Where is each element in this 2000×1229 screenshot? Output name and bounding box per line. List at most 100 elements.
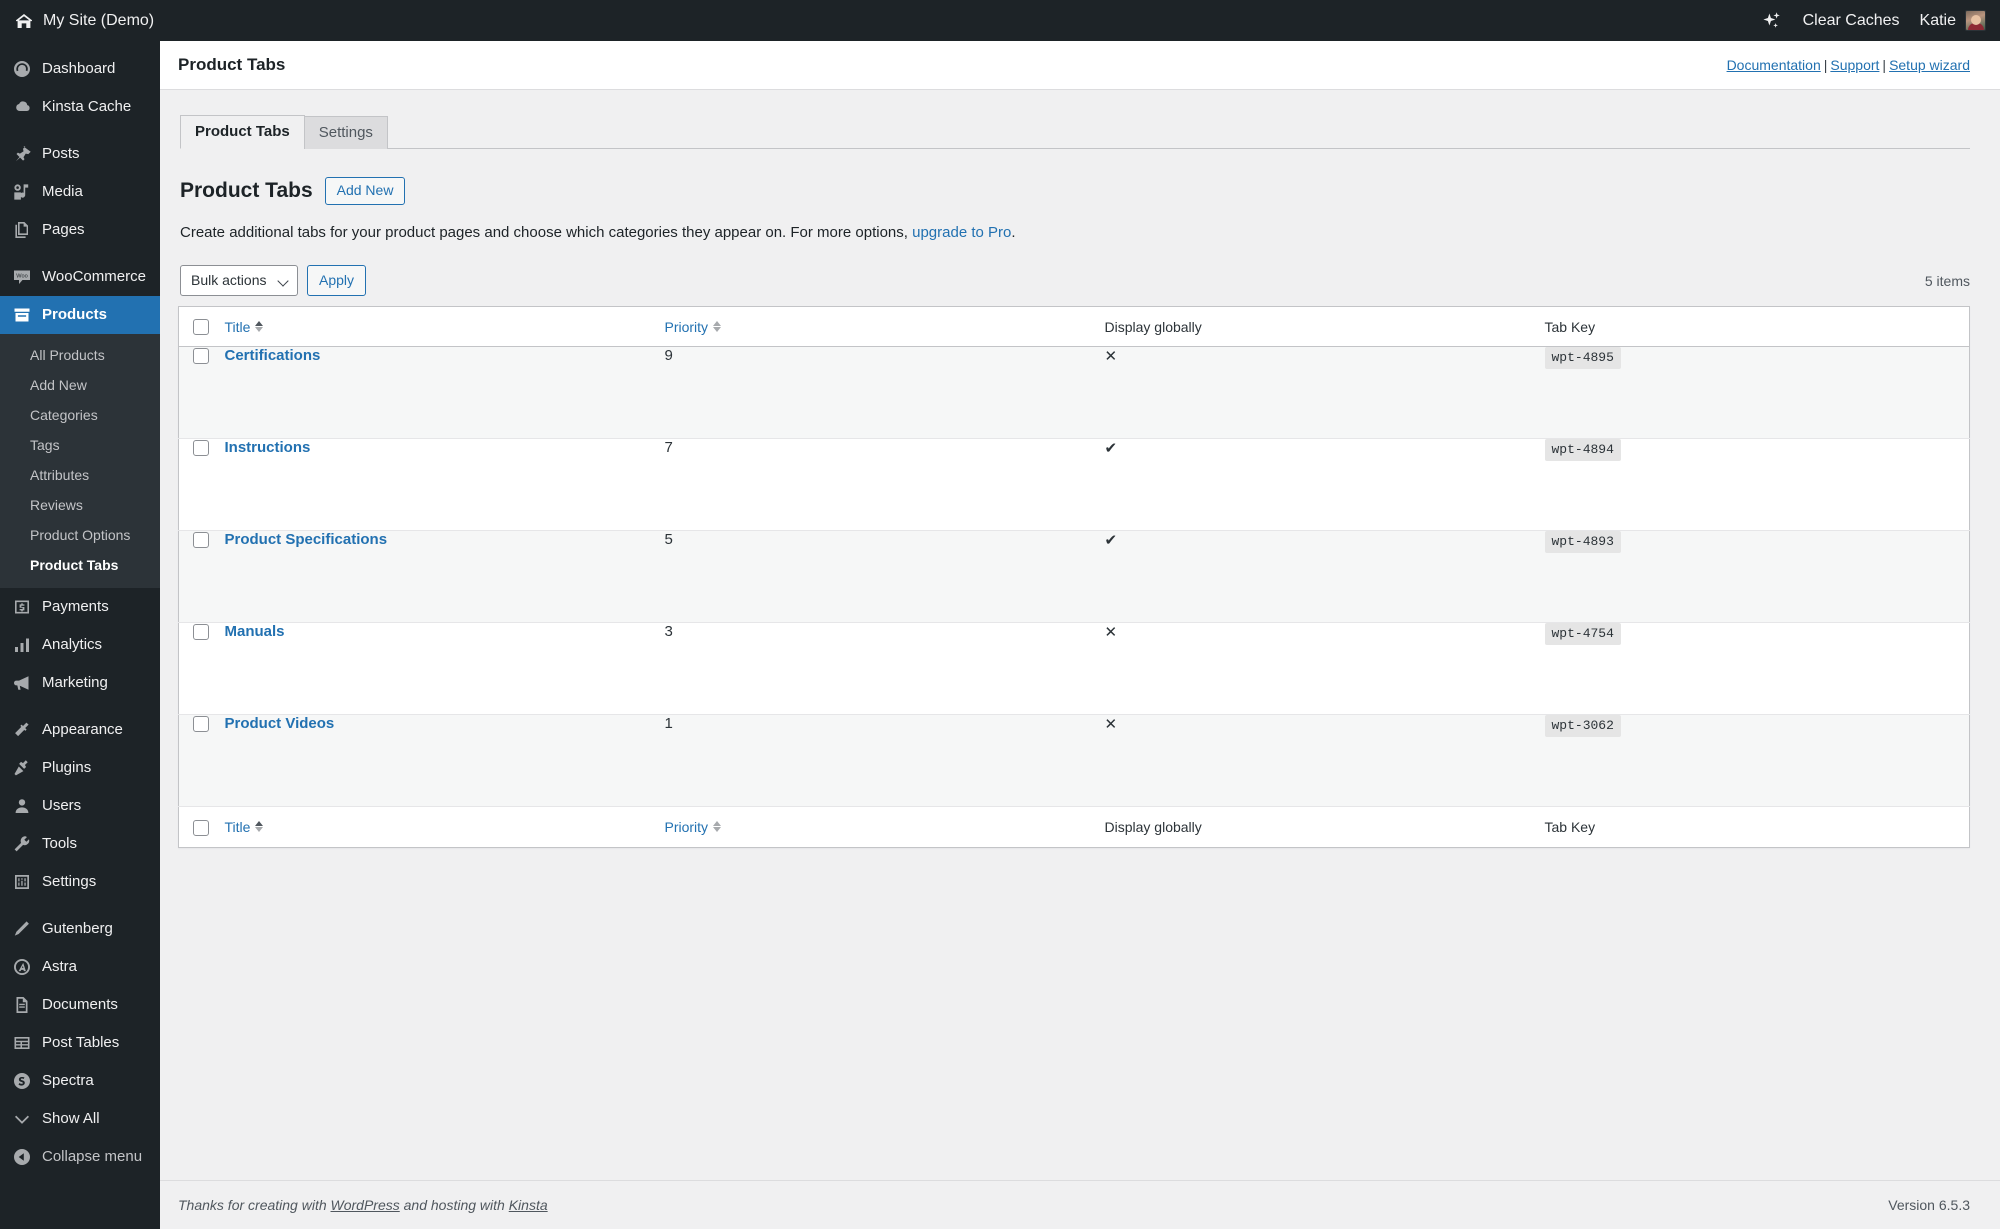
pencil-icon (12, 919, 32, 939)
sidebar-submenu-products: All Products Add New Categories Tags Att… (0, 334, 160, 588)
sidebar-item-users[interactable]: Users (0, 787, 160, 825)
settings-icon (12, 872, 32, 892)
row-title-link[interactable]: Instructions (225, 439, 311, 456)
sidebar-item-appearance[interactable]: Appearance (0, 711, 160, 749)
documentation-link[interactable]: Documentation (1727, 57, 1821, 73)
sidebar-item-label: Users (42, 796, 81, 816)
sidebar-item-label: Show All (42, 1109, 100, 1129)
adminbar-clear-caches-label: Clear Caches (1803, 12, 1900, 30)
submenu-item-product-tabs[interactable]: Product Tabs (0, 550, 160, 580)
apply-button[interactable]: Apply (307, 265, 366, 296)
kinsta-link[interactable]: Kinsta (509, 1197, 548, 1213)
table-row[interactable]: Certifications 9 ✕ wpt-4895 (179, 347, 1970, 439)
sidebar-item-spectra[interactable]: Spectra (0, 1062, 160, 1100)
row-checkbox[interactable] (193, 624, 209, 640)
adminbar-sparkle[interactable] (1761, 10, 1783, 32)
submenu-item-tags[interactable]: Tags (0, 430, 160, 460)
setup-wizard-link[interactable]: Setup wizard (1889, 57, 1970, 73)
row-title-link[interactable]: Certifications (225, 347, 321, 364)
sidebar-item-astra[interactable]: Astra (0, 948, 160, 986)
submenu-item-attributes[interactable]: Attributes (0, 460, 160, 490)
sidebar-item-products[interactable]: Products (0, 296, 160, 334)
bulk-actions-select[interactable]: Bulk actions Delete (180, 265, 298, 296)
sidebar-item-woocommerce[interactable]: Woo WooCommerce (0, 258, 160, 296)
submenu-item-categories[interactable]: Categories (0, 400, 160, 430)
table-row[interactable]: Manuals 3 ✕ wpt-4754 (179, 623, 1970, 715)
row-checkbox[interactable] (193, 348, 209, 364)
table-nav-top: Bulk actions Delete Apply 5 items (180, 265, 1970, 296)
sort-priority-link-footer[interactable]: Priority (665, 819, 722, 835)
sidebar-item-label: Plugins (42, 758, 91, 778)
bulk-actions-wrapper: Bulk actions Delete (180, 265, 298, 296)
admin-footer: Thanks for creating with WordPress and h… (160, 1180, 2000, 1229)
sidebar-item-settings[interactable]: Settings (0, 863, 160, 901)
tab-key-badge: wpt-4893 (1545, 531, 1621, 553)
sidebar-item-label: Appearance (42, 720, 123, 740)
sidebar-item-posts[interactable]: Posts (0, 135, 160, 173)
sort-title-link-footer[interactable]: Title (225, 819, 264, 835)
row-checkbox[interactable] (193, 532, 209, 548)
menu-separator (0, 901, 160, 910)
wordpress-link[interactable]: WordPress (331, 1197, 400, 1213)
select-all-footer (179, 807, 225, 847)
sort-priority-link[interactable]: Priority (665, 319, 722, 335)
pin-icon (12, 144, 32, 164)
row-display-globally-cell: ✕ (1105, 715, 1545, 807)
table-row[interactable]: Product Specifications 5 ✔ wpt-4893 (179, 531, 1970, 623)
select-all-checkbox-top[interactable] (193, 319, 209, 335)
row-title-link[interactable]: Manuals (225, 623, 285, 640)
select-all-header (179, 307, 225, 347)
sidebar-item-dashboard[interactable]: Dashboard (0, 50, 160, 88)
sidebar-item-marketing[interactable]: Marketing (0, 664, 160, 702)
tab-settings[interactable]: Settings (304, 116, 388, 149)
adminbar-user-name: Katie (1920, 12, 1956, 30)
sidebar-item-gutenberg[interactable]: Gutenberg (0, 910, 160, 948)
row-title-link[interactable]: Product Videos (225, 715, 335, 732)
header-links: Documentation|Support|Setup wizard (1727, 57, 1970, 73)
svg-text:Woo: Woo (16, 273, 27, 279)
sidebar-collapse-menu[interactable]: Collapse menu (0, 1138, 160, 1176)
tab-product-tabs[interactable]: Product Tabs (180, 115, 305, 149)
column-header-priority: Priority (665, 307, 1105, 347)
row-checkbox[interactable] (193, 716, 209, 732)
table-footer-row: Title Priority Display globally Tab Key (179, 807, 1970, 847)
table-row[interactable]: Instructions 7 ✔ wpt-4894 (179, 439, 1970, 531)
sidebar-item-tools[interactable]: Tools (0, 825, 160, 863)
row-select-cell (179, 439, 225, 531)
select-all-checkbox-bottom[interactable] (193, 820, 209, 836)
sidebar-item-label: Dashboard (42, 59, 115, 79)
support-link[interactable]: Support (1830, 57, 1879, 73)
sidebar-item-documents[interactable]: Documents (0, 986, 160, 1024)
submenu-item-product-options[interactable]: Product Options (0, 520, 160, 550)
sort-title-link[interactable]: Title (225, 319, 264, 335)
sidebar-item-label: Tools (42, 834, 77, 854)
column-label-title: Title (225, 819, 251, 835)
footer-thanks: Thanks for creating with WordPress and h… (178, 1197, 548, 1213)
sidebar-item-show-all[interactable]: Show All (0, 1100, 160, 1138)
row-checkbox[interactable] (193, 440, 209, 456)
table-icon (12, 1033, 32, 1053)
table-row[interactable]: Product Videos 1 ✕ wpt-3062 (179, 715, 1970, 807)
sidebar-item-post-tables[interactable]: Post Tables (0, 1024, 160, 1062)
submenu-item-reviews[interactable]: Reviews (0, 490, 160, 520)
page-body: Product Tabs Settings Product Tabs Add N… (160, 90, 2000, 848)
sidebar-item-analytics[interactable]: Analytics (0, 626, 160, 664)
row-title-link[interactable]: Product Specifications (225, 531, 388, 548)
sidebar-item-pages[interactable]: Pages (0, 211, 160, 249)
adminbar-site-name[interactable]: My Site (Demo) (14, 11, 154, 31)
link-separator: | (1821, 57, 1831, 73)
sidebar-item-media[interactable]: Media (0, 173, 160, 211)
submenu-item-add-new[interactable]: Add New (0, 370, 160, 400)
sidebar-item-payments[interactable]: Payments (0, 588, 160, 626)
upgrade-to-pro-link[interactable]: upgrade to Pro (912, 224, 1011, 241)
sidebar-item-kinsta-cache[interactable]: Kinsta Cache (0, 88, 160, 126)
row-priority-cell: 3 (665, 623, 1105, 715)
adminbar-account[interactable]: Katie (1920, 10, 1986, 31)
spectra-icon (12, 1071, 32, 1091)
sidebar-item-plugins[interactable]: Plugins (0, 749, 160, 787)
submenu-item-all-products[interactable]: All Products (0, 340, 160, 370)
adminbar-clear-caches[interactable]: Clear Caches (1803, 12, 1900, 30)
add-new-button[interactable]: Add New (325, 177, 406, 205)
column-footer-priority: Priority (665, 807, 1105, 847)
menu-separator (0, 702, 160, 711)
